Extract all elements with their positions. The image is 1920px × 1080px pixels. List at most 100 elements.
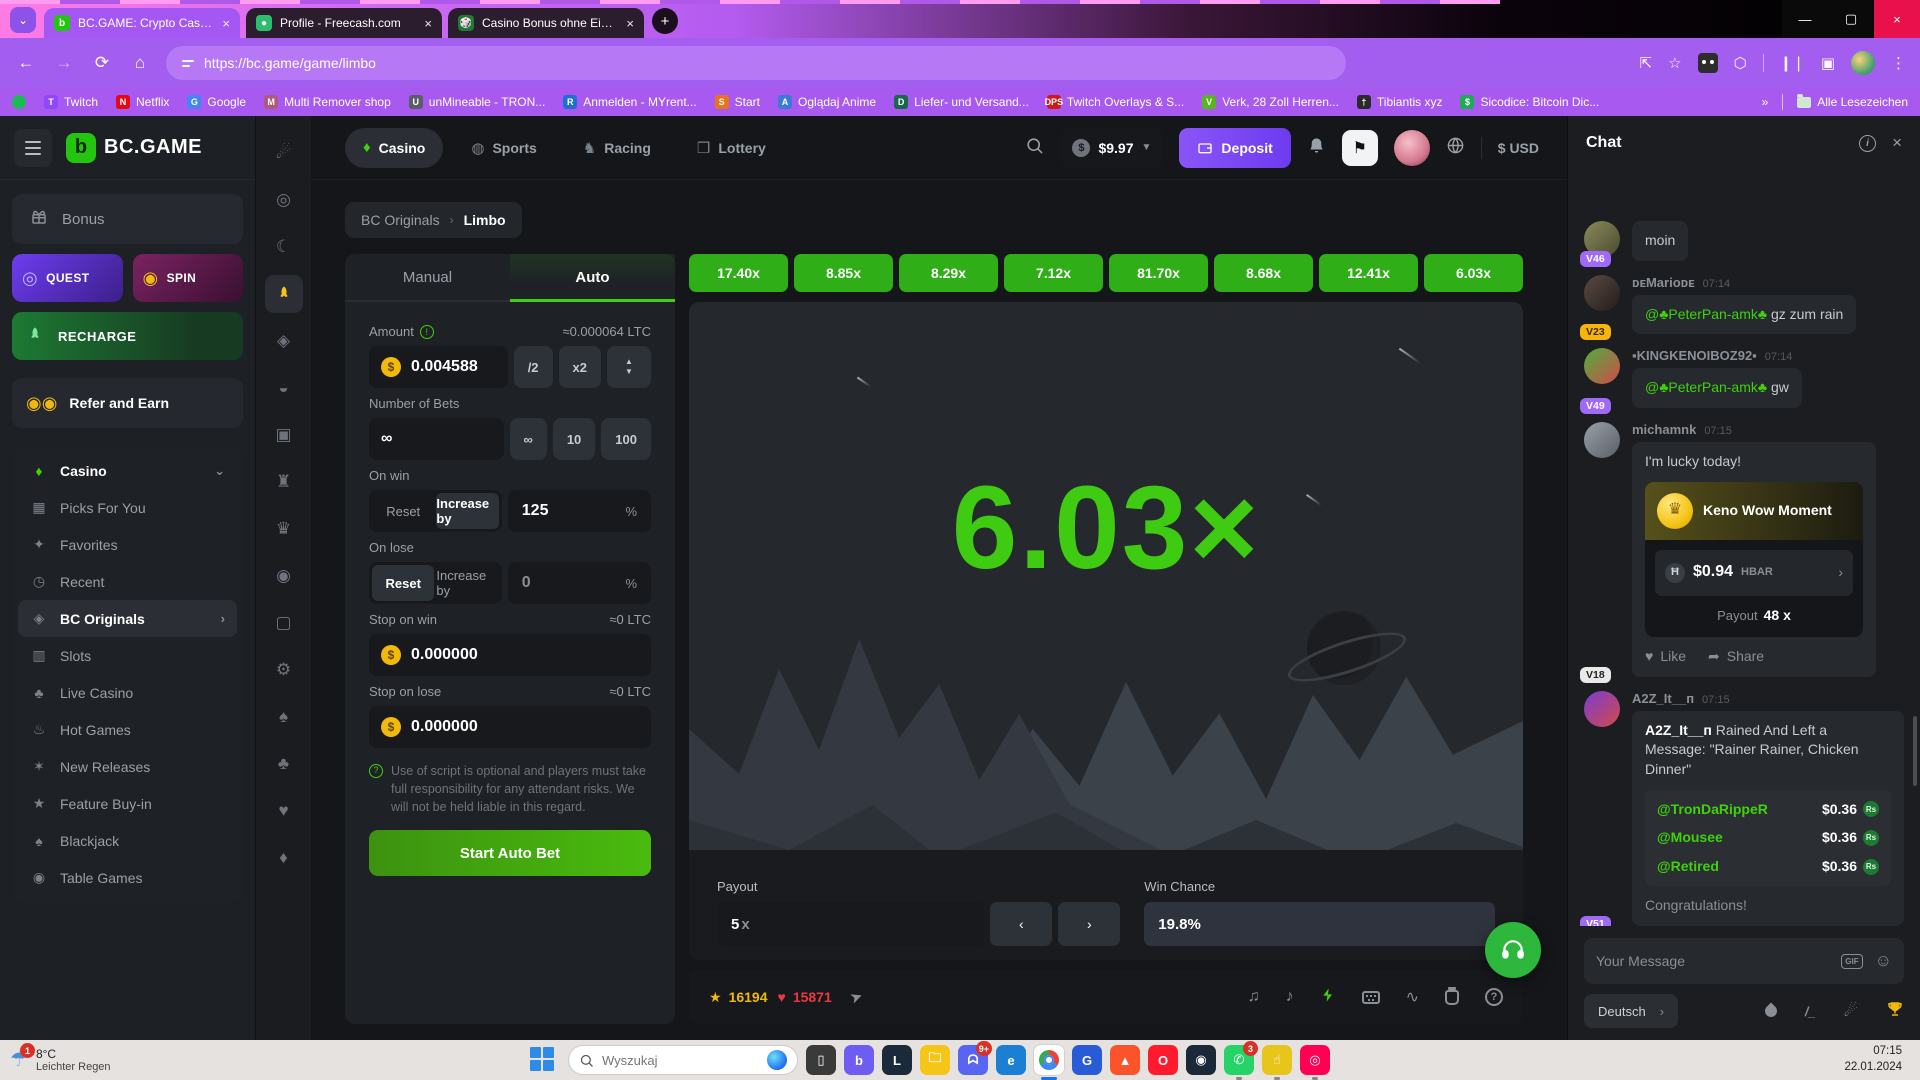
browser-tab-1[interactable]: ●Profile - Freecash.com× bbox=[246, 8, 442, 38]
bookmark-item-4[interactable]: MMulti Remover shop bbox=[264, 95, 391, 109]
bookmark-item-3[interactable]: GGoogle bbox=[187, 95, 246, 109]
sidebar-item-slots[interactable]: ▥Slots bbox=[18, 637, 237, 674]
opera-gx-icon[interactable]: ◎ bbox=[1300, 1045, 1330, 1075]
user-avatar[interactable] bbox=[1394, 130, 1430, 166]
amount-input[interactable]: $ 0.004588 bbox=[369, 346, 508, 388]
on-win-increase-button[interactable]: Increase by bbox=[436, 493, 498, 529]
chat-username[interactable]: ▪KINGKENOIBOZ92▪ bbox=[1632, 348, 1757, 363]
browser-menu-icon[interactable]: ⋮ bbox=[1891, 54, 1906, 72]
rail-game-icon-5[interactable]: ◒ bbox=[265, 369, 303, 407]
sidebar-item-picks-for-you[interactable]: ▦Picks For You bbox=[18, 489, 237, 526]
tab-close-icon[interactable]: × bbox=[424, 16, 432, 31]
home-icon[interactable]: ⌂ bbox=[128, 53, 152, 73]
sidebar-item-casino[interactable]: ♦Casino⌄ bbox=[18, 452, 237, 489]
multiplier-history-7[interactable]: 6.03x bbox=[1424, 254, 1523, 292]
url-pill[interactable] bbox=[166, 46, 1346, 80]
bookmark-item-12[interactable]: †Tibiantis xyz bbox=[1357, 95, 1443, 109]
chat-avatar[interactable] bbox=[1584, 691, 1620, 727]
keno-wow-moment-card[interactable]: ♛Keno Wow MomentĦ$0.94HBAR›Payout48 x bbox=[1645, 482, 1863, 638]
stop-on-lose-input[interactable]: $ 0.000000 bbox=[369, 706, 651, 748]
stop-on-win-input[interactable]: $ 0.000000 bbox=[369, 634, 651, 676]
chat-username[interactable]: michamnk bbox=[1632, 422, 1696, 437]
multiplier-history-1[interactable]: 8.85x bbox=[794, 254, 893, 292]
favorites-count[interactable]: ★ 16194 bbox=[709, 989, 768, 1006]
chat-mention[interactable]: @♣PeterPan-amk♣ bbox=[1645, 306, 1767, 322]
opera-icon[interactable]: O bbox=[1148, 1045, 1178, 1075]
sidebar-item-live-casino[interactable]: ♣Live Casino bbox=[18, 674, 237, 711]
on-lose-increase-button[interactable]: Increase by bbox=[436, 565, 498, 601]
chat-message-input[interactable] bbox=[1596, 953, 1829, 969]
payout-input[interactable]: 5 x bbox=[717, 902, 984, 946]
rail-game-icon-12[interactable]: ♠ bbox=[265, 698, 303, 736]
rail-game-icon-4[interactable]: ◈ bbox=[265, 322, 303, 360]
sidebar-item-bonus[interactable]: Bonus bbox=[12, 194, 243, 244]
double-amount-button[interactable]: x2 bbox=[559, 346, 601, 388]
chat-rules-icon[interactable]: /_ bbox=[1805, 1004, 1816, 1019]
number-of-bets-input[interactable]: ∞ bbox=[369, 418, 504, 460]
rail-game-icon-10[interactable]: ▢ bbox=[265, 604, 303, 642]
rail-game-icon-1[interactable]: ◎ bbox=[265, 181, 303, 219]
bookmark-item-0[interactable] bbox=[12, 95, 26, 109]
info-circle-icon[interactable]: ! bbox=[420, 325, 434, 339]
taskbar-search-input[interactable] bbox=[602, 1053, 732, 1068]
search-icon[interactable] bbox=[1025, 136, 1044, 160]
discord-icon[interactable]: ᗣ9+ bbox=[958, 1045, 988, 1075]
site-settings-icon[interactable] bbox=[182, 60, 194, 67]
tab-close-icon[interactable]: × bbox=[626, 16, 634, 31]
help-icon[interactable]: ? bbox=[1485, 988, 1503, 1006]
half-amount-button[interactable]: /2 bbox=[514, 346, 553, 388]
sidebar-panel-icon[interactable]: ❙❘ bbox=[1780, 54, 1805, 72]
balance-selector[interactable]: $ $9.97 ▼ bbox=[1060, 128, 1163, 168]
sidebar-item-new-releases[interactable]: ✶New Releases bbox=[18, 748, 237, 785]
brave-icon[interactable]: ▲ bbox=[1110, 1045, 1140, 1075]
bookmark-item-13[interactable]: $Sicodice: Bitcoin Dic... bbox=[1460, 95, 1599, 109]
bookmark-item-1[interactable]: TTwitch bbox=[44, 95, 98, 109]
url-input[interactable] bbox=[204, 55, 1330, 71]
bookmark-item-2[interactable]: NNetflix bbox=[116, 95, 169, 109]
jackpot-jar-icon[interactable] bbox=[1445, 990, 1459, 1005]
trends-icon[interactable]: ∿ bbox=[1406, 987, 1419, 1007]
start-auto-bet-button[interactable]: Start Auto Bet bbox=[369, 830, 651, 876]
bets-100-button[interactable]: 100 bbox=[601, 418, 651, 460]
sidebar-item-bc-originals[interactable]: ◈BC Originals› bbox=[18, 600, 237, 637]
multiplier-history-2[interactable]: 8.29x bbox=[899, 254, 998, 292]
spin-button[interactable]: ◉ SPIN bbox=[133, 254, 244, 302]
language-globe-icon[interactable] bbox=[1446, 136, 1465, 160]
bookmark-item-7[interactable]: SStart bbox=[715, 95, 760, 109]
samsung-internet-icon[interactable]: G bbox=[1072, 1045, 1102, 1075]
payout-decrease-button[interactable]: ‹ bbox=[990, 902, 1052, 946]
nav-sports[interactable]: ◍Sports bbox=[453, 128, 554, 168]
tab-manual[interactable]: Manual bbox=[345, 254, 510, 300]
bookmark-item-5[interactable]: UunMineable - TRON... bbox=[409, 95, 546, 109]
chrome-icon[interactable] bbox=[1034, 1045, 1064, 1075]
emoji-picker-icon[interactable]: ☺ bbox=[1875, 951, 1892, 971]
edge-icon[interactable]: e bbox=[996, 1045, 1026, 1075]
chat-username[interactable]: A2Z_It__ᴨ bbox=[1632, 691, 1694, 706]
nav-casino[interactable]: ♦Casino bbox=[345, 128, 443, 168]
bookmark-item-6[interactable]: RAnmelden - MYrent... bbox=[563, 95, 696, 109]
nav-lottery[interactable]: ❒Lottery bbox=[679, 128, 784, 168]
chat-mention[interactable]: @♣PeterPan-amk♣ bbox=[1645, 379, 1767, 395]
trophy-icon[interactable] bbox=[1886, 1000, 1904, 1023]
share-button[interactable]: ➦Share bbox=[1708, 647, 1764, 667]
rain-drop-icon[interactable] bbox=[1762, 1003, 1779, 1020]
pointer-icon[interactable]: ☝ bbox=[1262, 1045, 1292, 1075]
share-plane-icon[interactable]: ➤ bbox=[847, 986, 865, 1007]
reload-icon[interactable]: ⟳ bbox=[90, 53, 114, 73]
browser-tab-0[interactable]: bBC.GAME: Crypto Casino Games× bbox=[44, 8, 240, 38]
quest-button[interactable]: ◎ QUEST bbox=[12, 254, 123, 302]
tab-close-icon[interactable]: × bbox=[222, 16, 230, 31]
bookmark-star-icon[interactable]: ☆ bbox=[1668, 54, 1681, 72]
tab-search-chevron-icon[interactable]: ⌄ bbox=[10, 7, 36, 33]
explorer-icon[interactable]: 🗀 bbox=[920, 1045, 950, 1075]
on-lose-percent-input[interactable]: 0 % bbox=[508, 562, 651, 604]
bookmark-item-9[interactable]: DLiefer- und Versand... bbox=[894, 95, 1029, 109]
nav-racing[interactable]: ♞Racing bbox=[565, 128, 669, 168]
turbo-bolt-icon[interactable] bbox=[1320, 987, 1336, 1008]
gif-picker-icon[interactable]: GIF bbox=[1841, 954, 1862, 969]
stepper-down-icon[interactable]: ▼ bbox=[625, 368, 633, 376]
all-bookmarks-folder[interactable]: Alle Lesezeichen bbox=[1797, 95, 1908, 109]
recharge-button[interactable]: RECHARGE bbox=[12, 312, 243, 360]
hotkeys-keyboard-icon[interactable] bbox=[1362, 991, 1380, 1004]
fireball-icon[interactable]: ☄ bbox=[1844, 1001, 1858, 1021]
